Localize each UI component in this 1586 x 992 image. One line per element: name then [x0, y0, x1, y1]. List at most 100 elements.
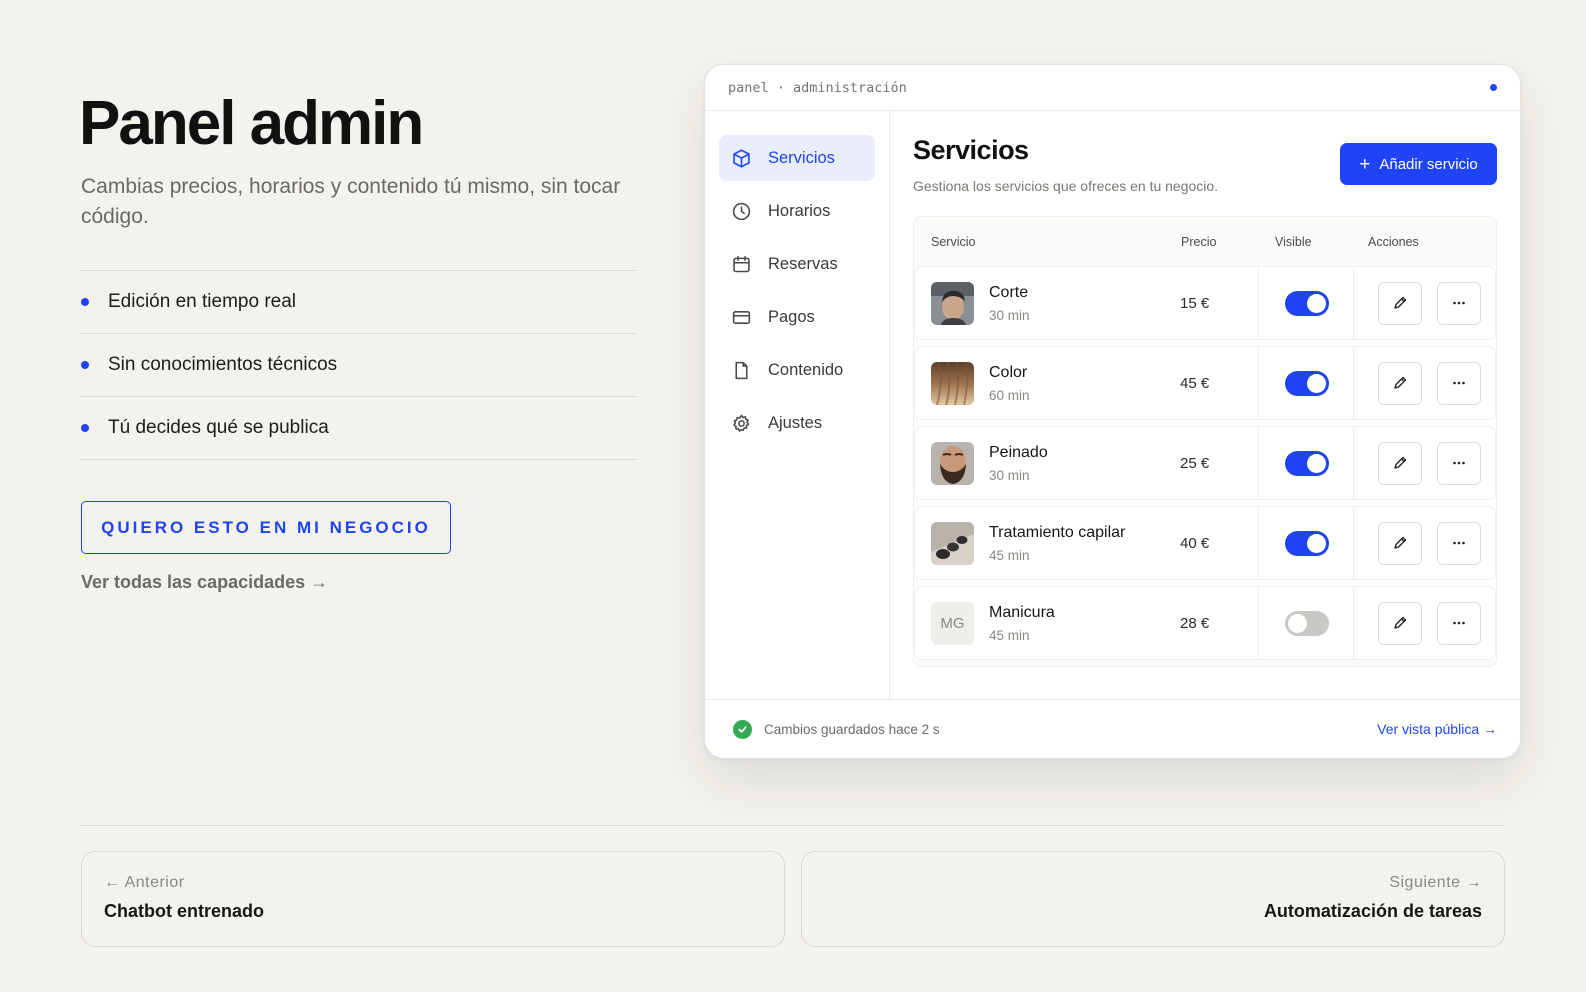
stones-photo	[931, 521, 974, 565]
service-cell: Color 60 min	[915, 361, 1165, 405]
services-table: Servicio Precio Visible Acciones Corte 3…	[913, 216, 1497, 667]
sidebar-item-label: Reservas	[768, 254, 838, 273]
pencil-icon	[1394, 376, 1407, 389]
more-button[interactable]	[1437, 521, 1481, 565]
actions-cell	[1354, 441, 1495, 485]
feature-item: Tú decides qué se publica	[81, 397, 636, 460]
pencil-icon	[1394, 536, 1407, 549]
sidebar-item-reservas[interactable]: Reservas	[719, 241, 875, 287]
gear-icon	[733, 414, 750, 432]
service-duration: 45 min	[989, 547, 1030, 563]
prev-label: ← Anterior	[104, 874, 185, 891]
next-title: Automatización de tareas	[1263, 901, 1482, 921]
more-button[interactable]	[1437, 281, 1481, 325]
haircut-photo	[931, 281, 974, 325]
service-price: 28 €	[1165, 587, 1259, 659]
service-info: Tratamiento capilar 45 min	[989, 524, 1125, 563]
window-footer: Cambios guardados hace 2 s Ver vista púb…	[705, 699, 1520, 758]
table-row: Color 60 min 45 €	[914, 346, 1496, 420]
page: Panel admin Cambias precios, horarios y …	[0, 0, 1586, 992]
prev-page-card[interactable]: ← Anterior Chatbot entrenado	[81, 851, 785, 947]
hair-color-photo	[931, 361, 974, 405]
plus-icon: +	[1359, 153, 1371, 175]
service-name: Manicura	[989, 603, 1055, 621]
visibility-toggle[interactable]	[1285, 530, 1329, 556]
visibility-toggle[interactable]	[1285, 370, 1329, 396]
more-icon	[1453, 381, 1465, 385]
edit-button[interactable]	[1378, 441, 1422, 485]
feature-item: Edición en tiempo real	[81, 271, 636, 334]
clock-icon	[732, 202, 751, 220]
table-body: Corte 30 min 15 € Color 60 min 45 € Pein…	[914, 266, 1496, 660]
box-icon	[733, 148, 750, 168]
actions-cell	[1354, 361, 1495, 405]
next-label: Siguiente →	[1389, 874, 1482, 891]
visibility-toggle[interactable]	[1285, 290, 1329, 316]
column-header-actions: Acciones	[1368, 234, 1419, 249]
sidebar-item-servicios[interactable]: Servicios	[719, 135, 875, 181]
admin-window: panel · administración Servicios Horario…	[704, 64, 1521, 759]
service-name: Peinado	[989, 443, 1048, 461]
service-info: Peinado 30 min	[989, 444, 1048, 483]
sidebar-item-ajustes[interactable]: Ajustes	[719, 400, 875, 446]
prev-title: Chatbot entrenado	[104, 901, 264, 921]
feature-label: Edición en tiempo real	[108, 291, 296, 312]
toggle-knob	[1307, 293, 1326, 313]
visible-cell	[1259, 267, 1354, 339]
visible-cell	[1259, 347, 1354, 419]
service-cell: MG Manicura 45 min	[915, 601, 1165, 645]
window-body: Servicios Horarios Reservas Pagos Conten…	[705, 111, 1520, 701]
toggle-knob	[1307, 453, 1326, 473]
service-info: Color 60 min	[989, 364, 1030, 403]
edit-button[interactable]	[1378, 601, 1422, 645]
edit-button[interactable]	[1378, 521, 1422, 565]
status-dot-icon	[1490, 84, 1497, 91]
more-button[interactable]	[1437, 361, 1481, 405]
sidebar-item-contenido[interactable]: Contenido	[719, 347, 875, 393]
service-duration: 45 min	[989, 627, 1030, 643]
add-service-button[interactable]: + Añadir servicio	[1340, 143, 1497, 185]
check-icon	[733, 719, 752, 739]
feature-label: Tú decides qué se publica	[108, 417, 329, 438]
add-service-label: Añadir servicio	[1379, 155, 1478, 173]
edit-button[interactable]	[1378, 281, 1422, 325]
edit-button[interactable]	[1378, 361, 1422, 405]
pencil-icon	[1394, 616, 1407, 629]
service-duration: 60 min	[989, 387, 1030, 403]
sidebar: Servicios Horarios Reservas Pagos Conten…	[705, 111, 890, 701]
public-view-link[interactable]: Ver vista pública →	[1377, 721, 1497, 737]
window-title: panel · administración	[728, 79, 907, 96]
calendar-icon	[733, 255, 750, 272]
visibility-toggle[interactable]	[1285, 450, 1329, 476]
bullet-icon	[81, 298, 89, 306]
more-icon	[1453, 541, 1465, 545]
toggle-knob	[1307, 533, 1326, 553]
visibility-toggle[interactable]	[1285, 610, 1329, 636]
actions-cell	[1354, 521, 1495, 565]
card-icon	[732, 310, 751, 324]
sidebar-item-label: Horarios	[768, 201, 831, 220]
cta-button[interactable]: QUIERO ESTO EN MI NEGOCIO	[81, 501, 451, 554]
service-name: Tratamiento capilar	[989, 523, 1126, 541]
more-icon	[1453, 621, 1465, 625]
table-header: Servicio Precio Visible Acciones	[914, 217, 1496, 266]
sidebar-item-horarios[interactable]: Horarios	[719, 188, 875, 234]
service-duration: 30 min	[989, 467, 1030, 483]
beard-photo	[931, 441, 974, 485]
service-info: Manicura 45 min	[989, 604, 1055, 643]
more-button[interactable]	[1437, 601, 1481, 645]
capabilities-link[interactable]: Ver todas las capacidades →	[81, 572, 328, 593]
next-page-card[interactable]: Siguiente → Automatización de tareas	[801, 851, 1505, 947]
bullet-icon	[81, 424, 89, 432]
service-duration: 30 min	[989, 307, 1030, 323]
sidebar-item-pagos[interactable]: Pagos	[719, 294, 875, 340]
visible-cell	[1259, 507, 1354, 579]
more-button[interactable]	[1437, 441, 1481, 485]
service-price: 45 €	[1165, 347, 1259, 419]
service-cell: Tratamiento capilar 45 min	[915, 521, 1165, 565]
service-name: Corte	[989, 283, 1029, 301]
table-row: Corte 30 min 15 €	[914, 266, 1496, 340]
toggle-knob	[1288, 613, 1307, 633]
toggle-knob	[1307, 373, 1326, 393]
table-row: Peinado 30 min 25 €	[914, 426, 1496, 500]
